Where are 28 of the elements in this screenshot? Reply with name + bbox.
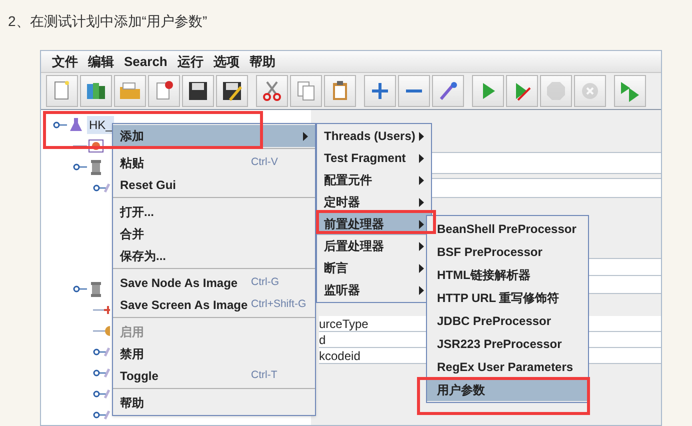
menu-item[interactable]: 打开... xyxy=(113,201,315,223)
menu-item[interactable]: 运行 xyxy=(172,52,208,72)
menu-item[interactable]: Test Fragment xyxy=(317,147,431,169)
menu-item[interactable]: 禁用 xyxy=(113,343,315,365)
menu-item[interactable]: 粘贴 Ctrl-V xyxy=(113,152,315,174)
menu-item[interactable]: Save Node As Image Ctrl-G xyxy=(113,272,315,294)
menu-item[interactable]: 选项 xyxy=(208,52,244,72)
menu-item[interactable]: 定时器 xyxy=(317,191,431,213)
menu-item[interactable]: Reset Gui xyxy=(113,174,315,196)
menu-item[interactable]: 帮助 xyxy=(244,52,280,72)
menu-item[interactable]: Threads (Users) xyxy=(317,125,431,147)
menu-item[interactable]: 文件 xyxy=(47,52,83,72)
menu-item[interactable]: 配置元件 xyxy=(317,169,431,191)
menu-item[interactable]: 添加 xyxy=(113,125,315,147)
tree-node-label[interactable]: HK_ xyxy=(87,116,114,134)
shortcut-label: Ctrl-G xyxy=(251,275,279,290)
menu-item[interactable]: 编辑 xyxy=(83,52,119,72)
heading-text: 2、在测试计划中添加“用户参数” xyxy=(8,13,208,29)
shortcut-label: Ctrl-T xyxy=(251,368,278,384)
menu-item[interactable]: Toggle Ctrl-T xyxy=(113,365,315,387)
menu-item[interactable]: Save Screen As Image Ctrl+Shift-G xyxy=(113,294,315,316)
menu-item[interactable]: 保存为... xyxy=(113,245,315,267)
menu-item[interactable]: 帮助 xyxy=(113,392,315,414)
shortcut-label: Ctrl-V xyxy=(251,155,278,170)
menu-item[interactable]: 用户参数 xyxy=(427,378,588,401)
menu-item[interactable]: Search xyxy=(119,52,172,72)
menu-item[interactable]: 合并 xyxy=(113,223,315,245)
shortcut-label: Ctrl+Shift-G xyxy=(251,297,306,312)
